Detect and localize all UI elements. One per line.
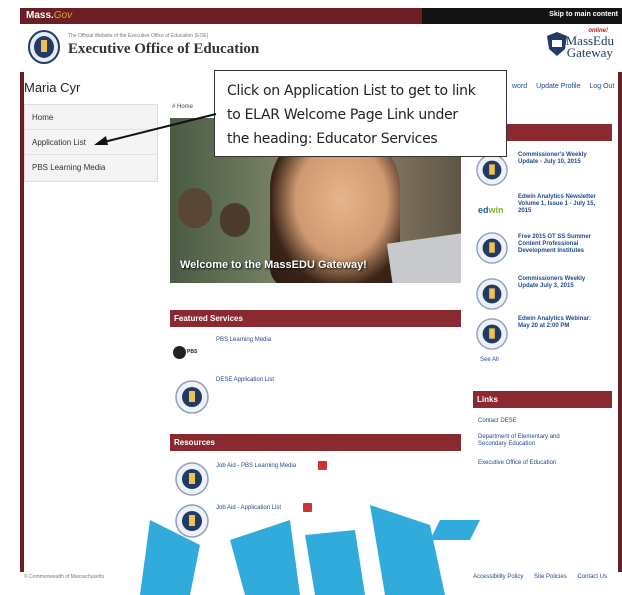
contact-dese-link[interactable]: Contact DESE: [478, 418, 517, 425]
change-password-link[interactable]: word: [512, 83, 527, 90]
hero-caption: Welcome to the MassEDU Gateway!: [180, 259, 367, 271]
pbs-logo-icon: PBS: [173, 345, 197, 361]
resource-seal-icon[interactable]: [175, 462, 209, 496]
breadcrumb[interactable]: # Home: [172, 104, 193, 110]
announcement-item[interactable]: Commissioner's Weekly Update - July 10, …: [518, 152, 587, 166]
pdf-icon: [318, 461, 327, 470]
site-header: The Official Website of the Executive Of…: [20, 24, 622, 72]
update-profile-link[interactable]: Update Profile: [536, 83, 580, 90]
links-heading: Links: [473, 391, 612, 408]
announcement-seal-icon: [476, 154, 508, 186]
contact-us-link[interactable]: Contact Us: [577, 574, 607, 580]
logout-link[interactable]: Log Out: [589, 83, 614, 90]
featured-services-heading: Featured Services: [170, 310, 461, 327]
see-all-link[interactable]: See All: [480, 357, 499, 363]
accessibility-link[interactable]: Accessibility Policy: [473, 574, 523, 580]
org-name[interactable]: Executive Office of Education: [68, 41, 259, 58]
job-aid-pbs-link[interactable]: Job Aid - PBS Learning Media: [216, 463, 296, 469]
announcement-item[interactable]: Commissioners Weekly Update July 3, 2015: [518, 276, 585, 290]
header-subtitle: The Official Website of the Executive Of…: [68, 33, 209, 39]
top-bar: Mass.Gov Skip to main content: [20, 8, 622, 24]
sidebar-item-pbs-learning-media[interactable]: PBS Learning Media: [25, 155, 157, 180]
pdf-icon: [303, 503, 312, 512]
site-policies-link[interactable]: Site Policies: [534, 574, 567, 580]
eoe-link[interactable]: Executive Office of Education: [478, 460, 556, 467]
hero-photo-bg-2: [220, 203, 250, 237]
hero-photo-bg: [178, 188, 212, 228]
footer-links: Accessibility Policy Site Policies Conta…: [473, 574, 616, 580]
gateway-logo-text: MassEdu Gateway: [565, 33, 614, 60]
skip-to-content-link[interactable]: Skip to main content: [549, 11, 618, 18]
copyright: © Commonwealth of Massachusetts: [24, 574, 105, 580]
resource-seal-icon[interactable]: [175, 504, 209, 538]
callout-arrow-icon: [94, 113, 217, 145]
edwin-logo-icon: edwin: [478, 205, 504, 215]
announcement-seal-icon: [476, 278, 508, 310]
announcement-seal-icon: [476, 232, 508, 264]
instruction-callout: Click on Application List to get to link…: [214, 70, 507, 157]
skip-bar: Skip to main content: [422, 8, 622, 24]
featured-application-list-link[interactable]: DESE Application List: [216, 377, 274, 383]
mass-gov-logo[interactable]: Mass.Gov: [26, 10, 72, 21]
dese-link[interactable]: Department of Elementary and Secondary E…: [478, 434, 560, 448]
announcement-item[interactable]: Edwin Analytics Webinar: May 20 at 2:00 …: [518, 316, 591, 330]
job-aid-application-list-link[interactable]: Job Aid - Application List: [216, 505, 281, 511]
featured-pbs-link[interactable]: PBS Learning Media: [216, 337, 271, 343]
account-links: word Update Profile Log Out: [512, 83, 621, 90]
right-border: [618, 72, 622, 572]
announcement-item[interactable]: Free 2015 OT SS Summer Content Professio…: [518, 234, 591, 255]
user-name: Maria Cyr: [24, 80, 81, 95]
resources-heading: Resources: [170, 434, 461, 451]
announcement-item[interactable]: Edwin Analytics Newsletter Volume 1, Iss…: [518, 194, 596, 215]
state-seal-icon: [28, 30, 60, 64]
announcement-seal-icon: [476, 318, 508, 350]
dese-seal-icon[interactable]: [175, 380, 209, 414]
